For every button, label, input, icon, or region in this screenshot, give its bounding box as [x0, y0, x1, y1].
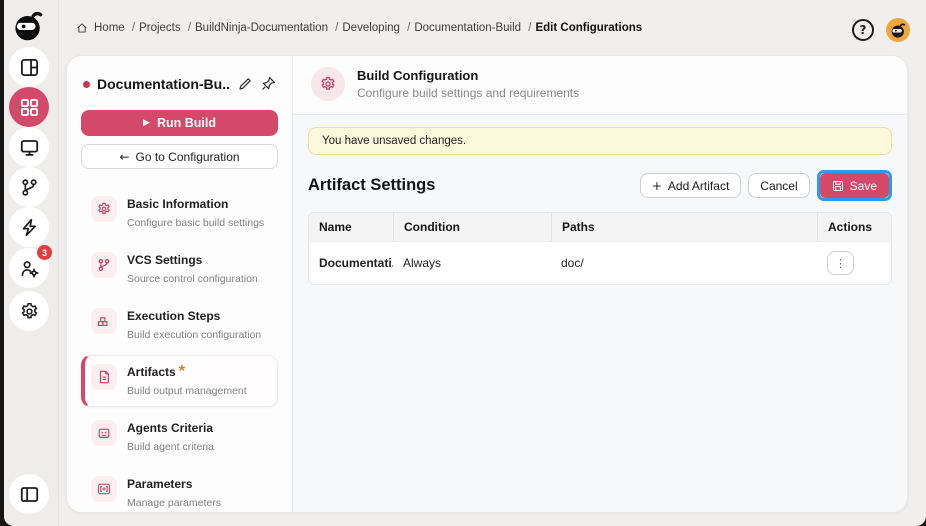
row-actions-menu-button[interactable]: ⋮ — [827, 251, 854, 275]
main-panel: Build Configuration Configure build sett… — [293, 56, 907, 512]
settings-gear-icon[interactable] — [9, 291, 49, 331]
column-header-name: Name — [319, 220, 352, 234]
unsaved-changes-banner: You have unsaved changes. — [308, 127, 892, 155]
breadcrumb-buildninja-documentation[interactable]: BuildNinja-Documentation — [195, 22, 338, 34]
save-button[interactable]: Save — [819, 173, 889, 198]
dashboard-icon[interactable] — [9, 47, 49, 87]
breadcrumb-projects[interactable]: Projects — [139, 22, 191, 34]
nav-item-artifacts[interactable]: Artifacts * Build output management — [81, 355, 278, 407]
breadcrumb-developing[interactable]: Developing — [342, 22, 410, 34]
blocks-icon — [91, 308, 117, 334]
cancel-button[interactable]: Cancel — [748, 173, 810, 198]
monitor-icon[interactable] — [9, 127, 49, 167]
config-sidebar: Documentation-Bu... ▶ Run Build ← Go to … — [67, 56, 293, 512]
run-build-button[interactable]: ▶ Run Build — [81, 110, 278, 136]
settings-nav: Basic Information Configure basic build … — [81, 187, 278, 512]
file-icon — [91, 364, 117, 390]
plus-icon: + — [651, 178, 662, 193]
build-configuration-header: Build Configuration Configure build sett… — [293, 56, 907, 115]
nav-item-basic-information[interactable]: Basic Information Configure basic build … — [81, 187, 278, 239]
ninja-logo-icon[interactable] — [9, 6, 49, 46]
breadcrumb: Home Projects BuildNinja-Documentation D… — [76, 22, 642, 34]
status-dot — [83, 80, 90, 88]
app-page: 3 Home Projects BuildNinja-Documentation… — [4, 0, 926, 526]
nav-item-parameters[interactable]: Parameters Manage parameters — [81, 467, 278, 512]
column-header-actions: Actions — [817, 213, 891, 241]
home-icon — [76, 22, 88, 34]
breadcrumb-home[interactable]: Home — [94, 22, 135, 34]
bolt-icon[interactable] — [9, 207, 49, 247]
edit-pencil-icon[interactable] — [237, 76, 253, 92]
avatar-ninja-icon — [890, 22, 907, 39]
column-header-paths: Paths — [551, 213, 817, 241]
icon-rail: 3 — [4, 0, 59, 526]
gear-icon — [311, 67, 345, 101]
robot-icon — [91, 420, 117, 446]
goto-configuration-button[interactable]: ← Go to Configuration — [81, 144, 278, 169]
artifact-content: You have unsaved changes. Artifact Setti… — [293, 115, 907, 297]
agents-icon[interactable]: 3 — [9, 245, 52, 288]
projects-grid-icon[interactable] — [9, 87, 49, 127]
nav-item-execution-steps[interactable]: Execution Steps Build execution configur… — [81, 299, 278, 351]
page-subtitle: Configure build settings and requirement… — [357, 86, 580, 100]
cell-condition: Always — [403, 256, 442, 270]
breadcrumb-edit-configurations: Edit Configurations — [535, 22, 643, 34]
topbar-actions: ? — [852, 18, 910, 42]
main-card: Documentation-Bu... ▶ Run Build ← Go to … — [66, 55, 908, 513]
params-icon — [91, 476, 117, 502]
cell-paths: doc/ — [561, 256, 584, 270]
table-row: Documentati... Always doc/ ⋮ — [309, 241, 891, 284]
artifacts-table: Name Condition Paths Actions Documentati… — [308, 212, 892, 285]
nav-item-agents-criteria[interactable]: Agents Criteria Build agent criteria — [81, 411, 278, 463]
cell-name: Documentati... — [319, 256, 393, 270]
back-arrow-icon: ← — [119, 149, 130, 164]
configuration-title: Documentation-Bu... — [97, 76, 230, 92]
panel-toggle-icon[interactable] — [9, 474, 49, 514]
column-header-condition: Condition — [393, 213, 551, 241]
nav-item-vcs-settings[interactable]: VCS Settings Source control configuratio… — [81, 243, 278, 295]
table-header-row: Name Condition Paths Actions — [309, 213, 891, 241]
git-branch-icon[interactable] — [9, 167, 49, 207]
focus-highlight-ring: Save — [816, 170, 892, 201]
notification-badge: 3 — [37, 245, 52, 260]
floppy-icon — [832, 180, 844, 192]
gear-icon — [91, 196, 117, 222]
required-mark: * — [178, 363, 185, 380]
help-icon[interactable]: ? — [852, 19, 874, 41]
user-avatar[interactable] — [886, 18, 910, 42]
breadcrumb-documentation-build[interactable]: Documentation-Build — [414, 22, 531, 34]
git-branch-icon — [91, 252, 117, 278]
add-artifact-button[interactable]: + Add Artifact — [639, 173, 742, 198]
play-icon: ▶ — [143, 118, 150, 128]
pin-icon[interactable] — [260, 76, 276, 92]
page-title: Build Configuration — [357, 68, 479, 83]
section-title: Artifact Settings — [308, 176, 436, 194]
